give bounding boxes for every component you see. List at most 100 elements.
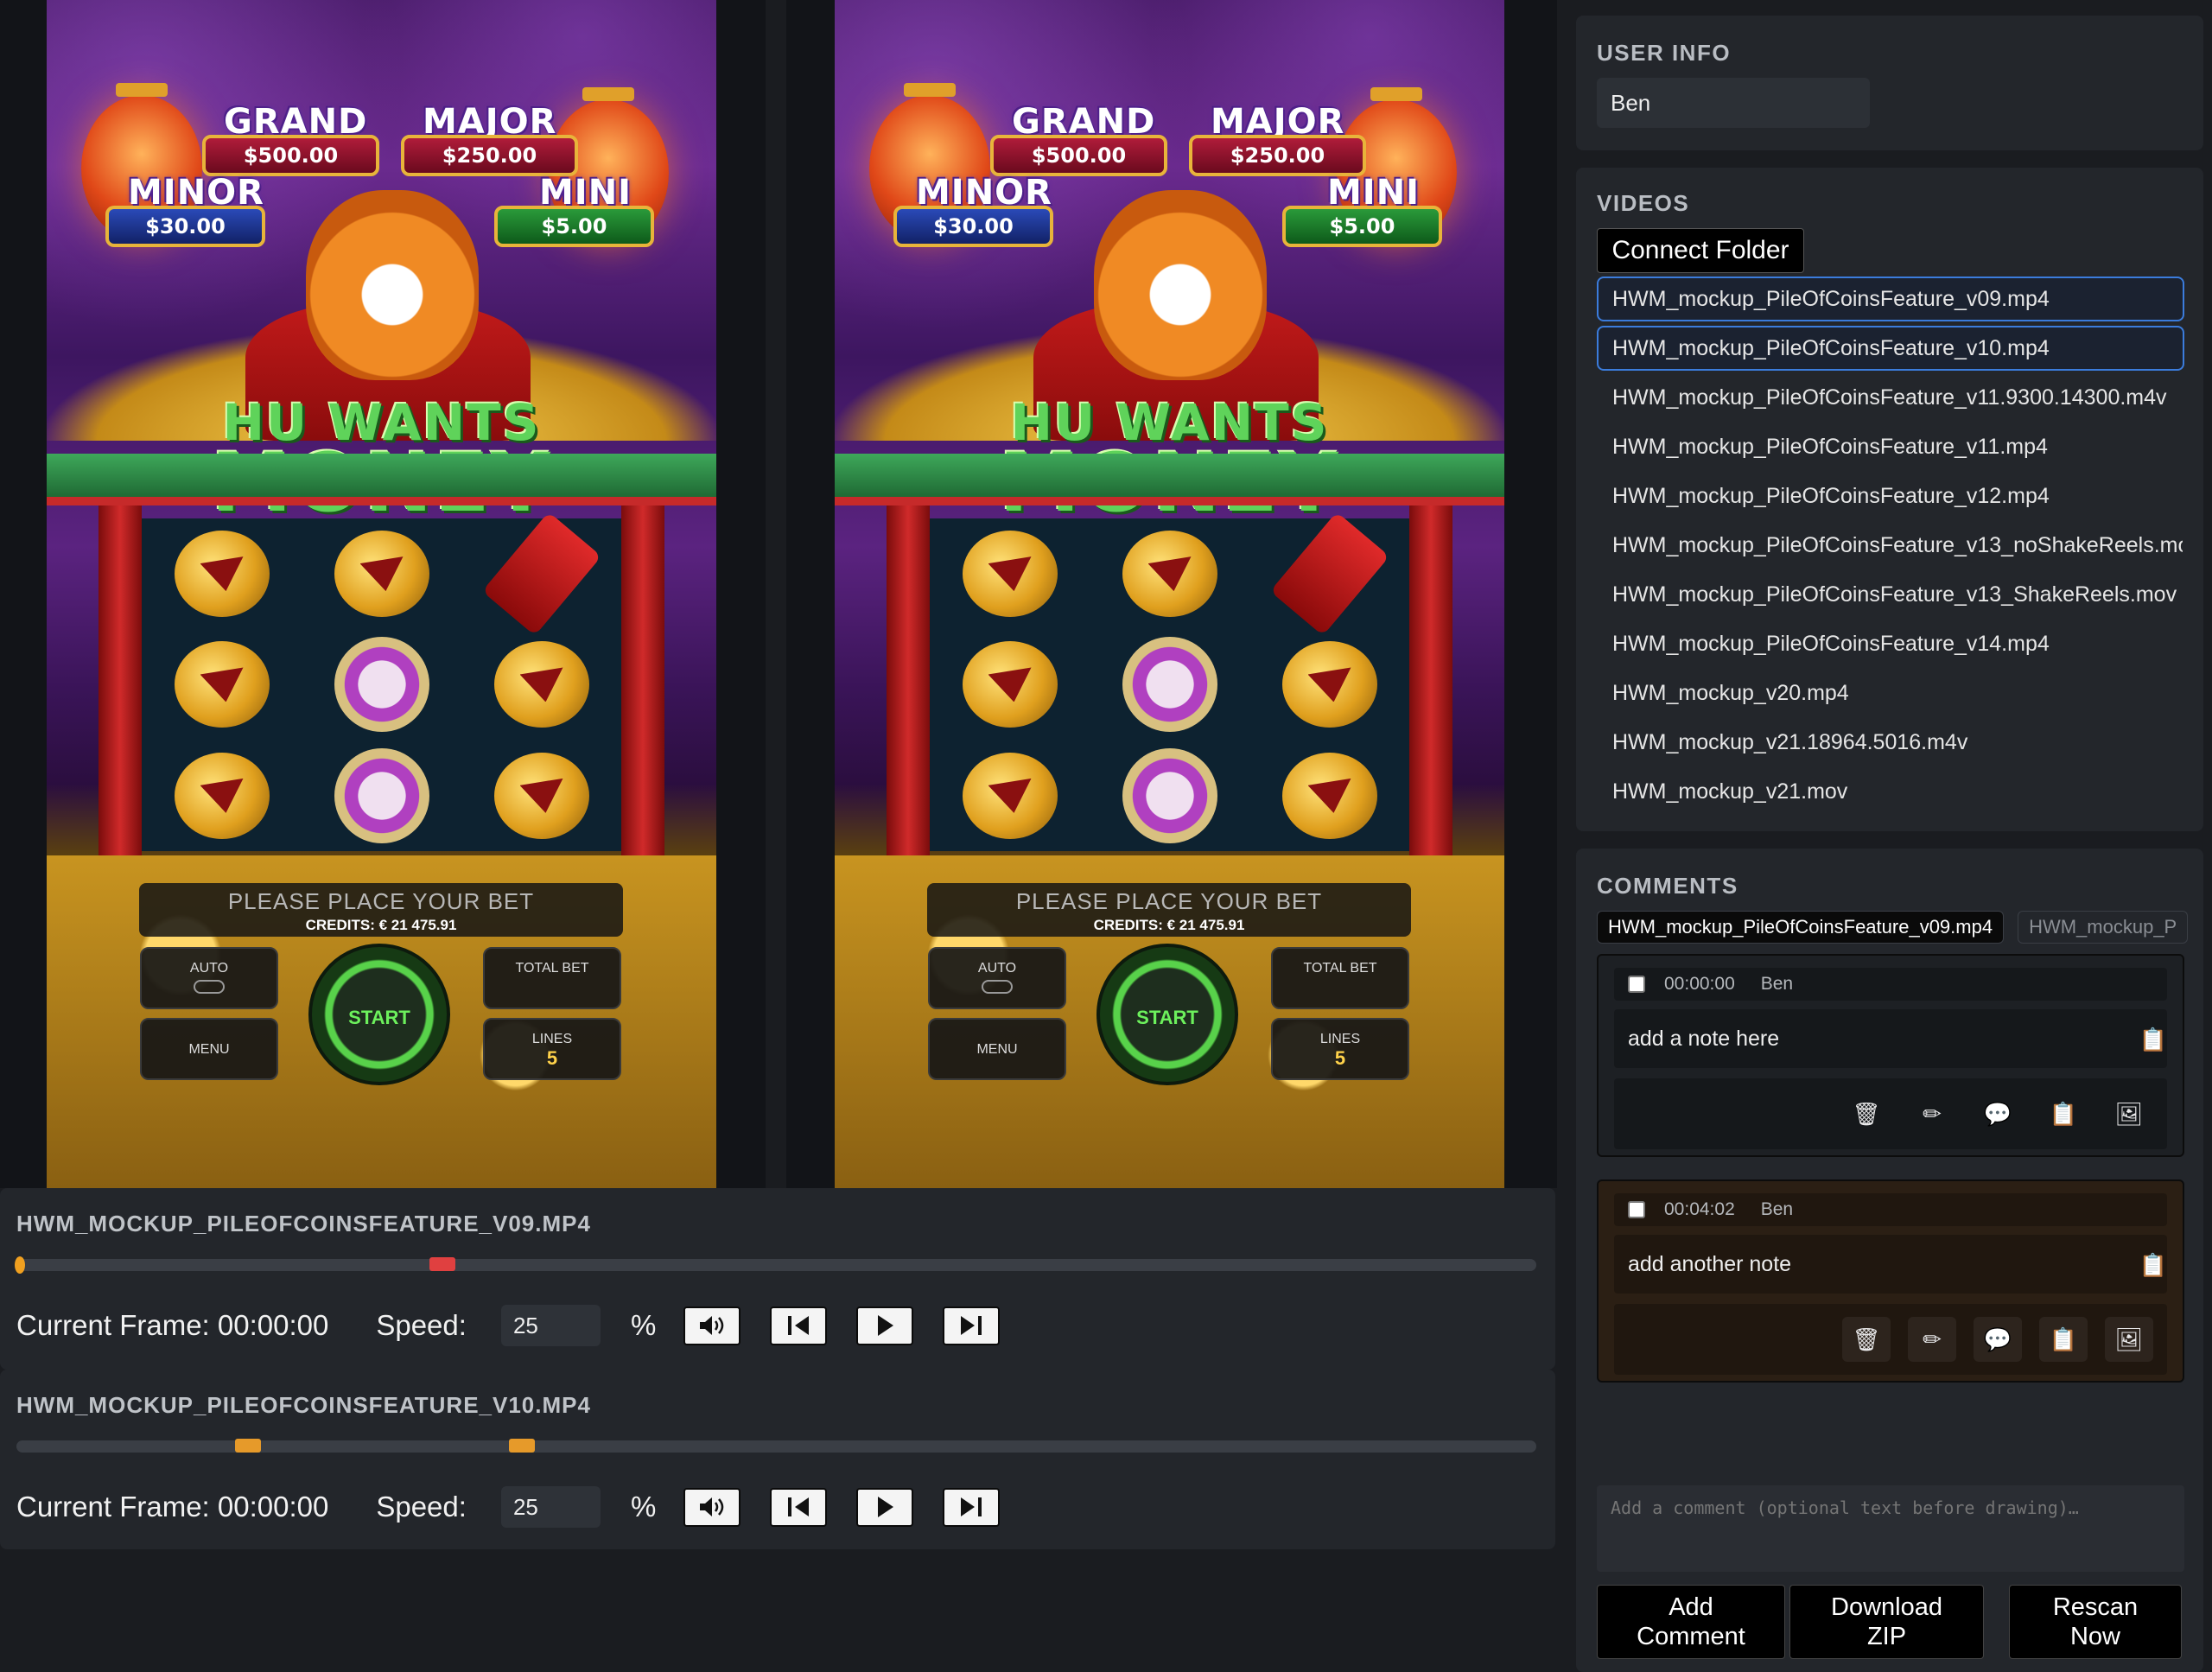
auto-button: AUTO [928,947,1066,1009]
connect-folder-button[interactable]: Connect Folder [1597,228,1804,273]
video-viewport-1[interactable]: GRAND $500.00 MAJOR $250.00 MINOR $30.00… [0,0,766,1188]
clipboard-icon[interactable]: 📋 [2039,1091,2088,1136]
total-bet-button: TOTAL BET [483,947,621,1009]
comment-card: 00:00:00 Ben add a note here 📋 🗑 ✏ 💬 📋 🖼 [1597,954,2184,1157]
next-frame-button[interactable] [943,1306,1001,1345]
lines-button: LINES 5 [1271,1018,1409,1080]
comment-checkbox[interactable] [1628,1201,1645,1218]
coin-symbol [1281,752,1377,839]
jackpot-minor-value: $30.00 [105,206,265,247]
video-list-item[interactable]: HWM_mockup_PileOfCoinsFeature_v11.9300.1… [1597,375,2184,420]
jackpot-mini-value: $5.00 [494,206,654,247]
image-icon[interactable]: 🖼 [2105,1091,2153,1136]
video-list-item[interactable]: HWM_mockup_PileOfCoinsFeature_v09.mp4 [1597,277,2184,321]
trash-icon[interactable]: 🗑 [1842,1091,1891,1136]
temple-roof [835,454,1504,505]
coin-symbol [962,641,1058,728]
comment-text[interactable]: add a note here [1614,1009,2167,1068]
video-viewport-2[interactable]: GRAND $500.00 MAJOR $250.00 MINOR $30.00… [786,0,1557,1188]
coin-symbol [174,531,270,618]
clipboard-icon[interactable]: 📋 [2039,1317,2088,1362]
pencil-icon[interactable]: ✏ [1908,1091,1956,1136]
coin-symbol [1122,531,1217,618]
jackpot-major-value: $250.00 [401,135,578,176]
video-list-item[interactable]: HWM_mockup_PileOfCoinsFeature_v12.mp4 [1597,474,2184,518]
firecracker-symbol [1269,512,1389,636]
add-comment-button[interactable]: Add Comment [1597,1585,1785,1659]
prev-frame-button[interactable] [770,1487,828,1527]
user-info-panel: USER INFO [1576,16,2203,150]
lines-label: LINES [1319,1032,1361,1046]
comment-text[interactable]: add another note [1614,1235,2167,1294]
speech-bubble-icon[interactable]: 💬 [1974,1317,2022,1362]
comment-tab-active[interactable]: HWM_mockup_PileOfCoinsFeature_v09.mp4 [1597,911,2005,944]
timeline-track[interactable] [15,1256,1536,1274]
pillar-right [1409,505,1452,860]
skip-forward-icon [961,1316,982,1335]
lines-value: 5 [546,1047,558,1069]
lines-button: LINES 5 [483,1018,621,1080]
bet-panel: PLEASE PLACE YOUR BET CREDITS: € 21 475.… [139,883,623,937]
auto-toggle-icon [982,980,1013,994]
comments-panel: COMMENTS HWM_mockup_PileOfCoinsFeature_v… [1576,849,2203,1672]
game-frame: GRAND $500.00 MAJOR $250.00 MINOR $30.00… [47,0,716,1188]
play-button[interactable] [856,1306,914,1345]
speed-label: Speed: [376,1491,467,1523]
comment-author: Ben [1760,1199,1794,1219]
video-list-item[interactable]: HWM_mockup_PileOfCoinsFeature_v13_ShakeR… [1597,572,2184,617]
video-list-item[interactable]: HWM_mockup_PileOfCoinsFeature_v13_noShak… [1597,523,2184,568]
comment-tab[interactable]: HWM_mockup_P [2018,911,2189,944]
copy-clipboard-icon[interactable]: 📋 [2139,1252,2167,1279]
copy-clipboard-icon[interactable]: 📋 [2139,1027,2167,1053]
rescan-now-button[interactable]: Rescan Now [2009,1585,2182,1659]
image-icon[interactable]: 🖼 [2105,1317,2153,1362]
tiger-mascot [306,190,479,380]
comment-input[interactable] [1597,1485,2184,1572]
start-button: START [1096,944,1238,1085]
trash-icon[interactable]: 🗑 [1842,1317,1891,1362]
pillar-left [887,505,930,860]
start-button: START [308,944,450,1085]
speaker-icon [700,1316,724,1335]
jackpot-major-value: $250.00 [1189,135,1366,176]
video-list-item[interactable]: HWM_mockup_v21.mov [1597,769,2184,814]
play-button[interactable] [856,1487,914,1527]
player-title: HWM_MOCKUP_PILEOFCOINSFEATURE_V09.MP4 [16,1211,591,1237]
volume-button[interactable] [683,1306,741,1345]
skip-back-icon [788,1497,810,1516]
control-row: Current Frame: 00:00:00 Speed: % [16,1486,1001,1528]
comment-tabs: HWM_mockup_PileOfCoinsFeature_v09.mp4 HW… [1597,911,2202,944]
speed-input[interactable] [500,1305,601,1346]
prev-frame-button[interactable] [770,1306,828,1345]
total-bet-button: TOTAL BET [1271,947,1409,1009]
speed-input[interactable] [500,1486,601,1528]
tiger-mascot [1094,190,1267,380]
playhead[interactable] [15,1256,25,1274]
speech-bubble-icon[interactable]: 💬 [1974,1091,2022,1136]
video-list-item[interactable]: HWM_mockup_PileOfCoinsFeature_v11.mp4 [1597,424,2184,469]
coin-symbol [493,752,589,839]
video-list-item[interactable]: HWM_mockup_v20.mp4 [1597,671,2184,715]
player-controls-2: HWM_MOCKUP_PILEOFCOINSFEATURE_V10.MP4 Cu… [0,1370,1555,1549]
video-list-item[interactable]: HWM_mockup_PileOfCoinsFeature_v10.mp4 [1597,326,2184,371]
volume-button[interactable] [683,1487,741,1527]
player-title: HWM_MOCKUP_PILEOFCOINSFEATURE_V10.MP4 [16,1392,591,1418]
download-zip-button[interactable]: Download ZIP [1789,1585,1984,1659]
timeline-track[interactable] [16,1439,1536,1453]
comment-marker[interactable] [235,1439,262,1453]
firecracker-symbol [481,512,601,636]
auto-toggle-icon [194,980,225,994]
drum-symbol [1122,637,1217,733]
video-list-item[interactable]: HWM_mockup_v21.18964.5016.m4v [1597,720,2184,765]
comment-marker[interactable] [508,1439,535,1453]
video-list-item[interactable]: HWM_mockup_PileOfCoinsFeature_v14.mp4 [1597,621,2184,666]
comment-timestamp[interactable]: 00:04:02 [1664,1199,1735,1220]
next-frame-button[interactable] [943,1487,1001,1527]
player-controls-1: HWM_MOCKUP_PILEOFCOINSFEATURE_V09.MP4 Cu… [0,1188,1555,1370]
pencil-icon[interactable]: ✏ [1908,1317,1956,1362]
comment-timestamp[interactable]: 00:00:00 [1664,974,1735,995]
user-name-input[interactable] [1597,78,1870,128]
comment-marker[interactable] [429,1257,456,1271]
temple-roof [47,454,716,505]
comment-checkbox[interactable] [1628,976,1645,993]
